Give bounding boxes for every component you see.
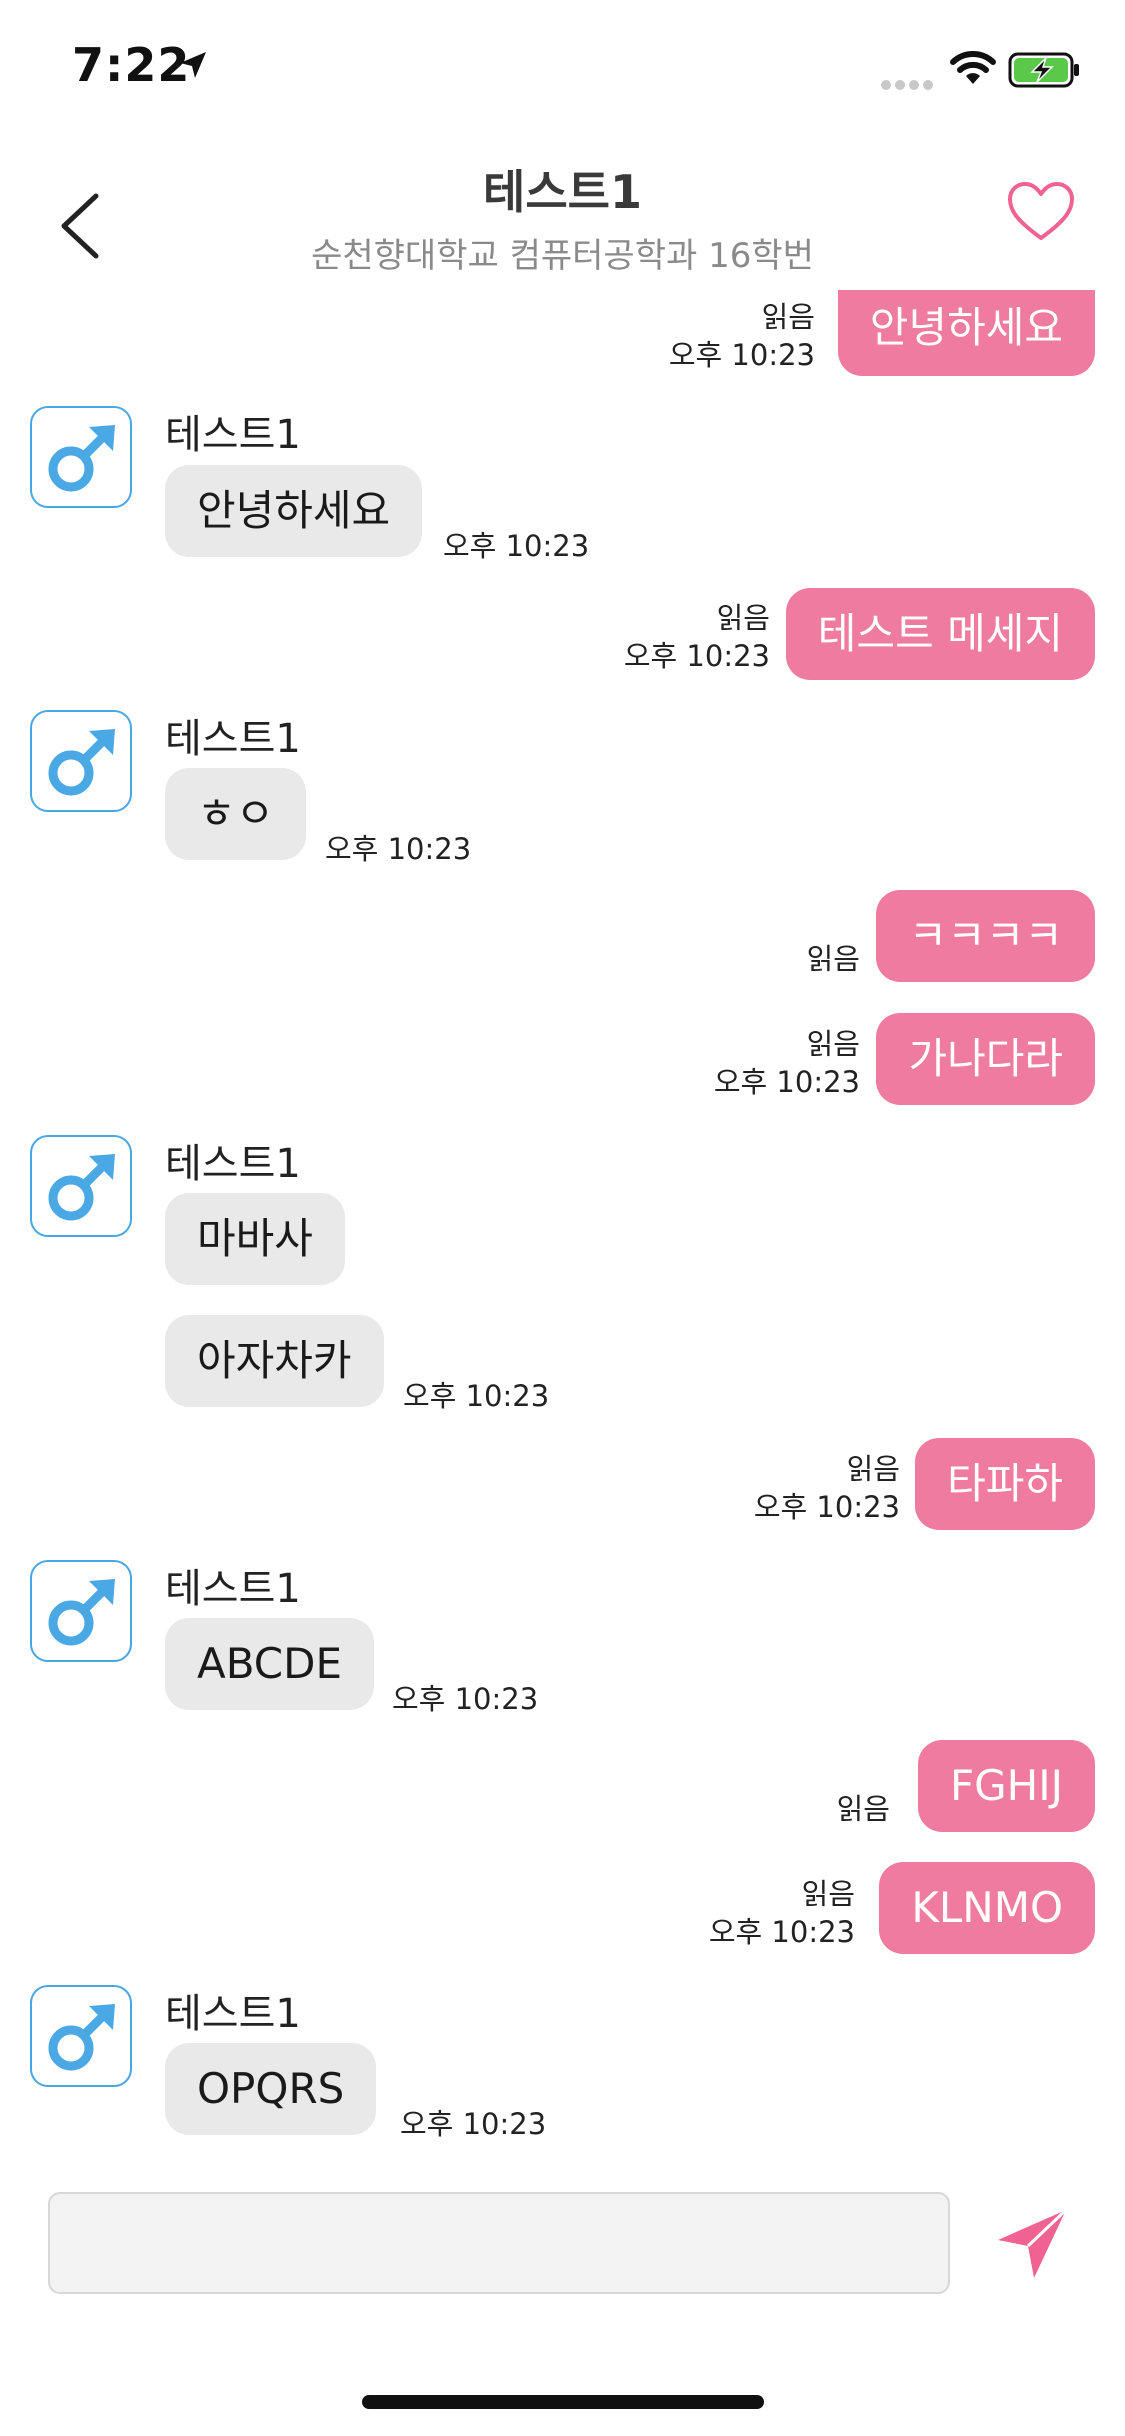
message-input[interactable] [48,2192,950,2294]
message-time: 오후 10:23 [325,832,472,866]
message-meta: 읽음 오후 10:23 [669,298,815,374]
read-receipt: 읽음 [716,601,770,635]
chat-title: 테스트1 [483,165,642,219]
heart-outline-icon [1008,182,1074,240]
message-meta: 읽음 오후 10:23 [709,1875,855,1951]
outgoing-message-bubble[interactable]: ㅋㅋㅋㅋ [876,890,1095,982]
sender-name: 테스트1 [165,412,301,458]
sender-name: 테스트1 [165,1566,301,1612]
message-time: 오후 10:23 [623,639,770,673]
avatar[interactable] [30,710,132,812]
outgoing-message-bubble[interactable]: 가나다라 [876,1013,1095,1105]
status-time: 7:22 [72,38,191,92]
outgoing-message-bubble[interactable]: KLNMO [879,1862,1095,1954]
avatar[interactable] [30,1135,132,1237]
sender-name: 테스트1 [165,1141,301,1187]
incoming-message-bubble[interactable]: 마바사 [165,1193,345,1285]
home-indicator [362,2395,764,2409]
avatar[interactable] [30,406,132,508]
message-time: 오후 10:23 [668,338,815,372]
incoming-message-bubble[interactable]: 아자차카 [165,1315,384,1407]
message-meta: 읽음 오후 10:23 [624,599,770,675]
male-symbol-icon [48,1154,115,1221]
battery-charging-icon [1008,52,1082,92]
outgoing-message-bubble[interactable]: 테스트 메세지 [785,588,1095,680]
incoming-message-bubble[interactable]: ABCDE [165,1618,375,1710]
avatar[interactable] [30,1985,132,2087]
message-list[interactable]: 안녕하세요 읽음 오후 10:23 테스트1 안녕하세요 오후 10:23 테스… [0,290,1125,2175]
read-receipt: 읽음 [806,1027,860,1061]
outgoing-message-bubble[interactable]: 타파하 [915,1438,1095,1530]
read-receipt: 읽음 [846,1452,900,1486]
read-receipt: 읽음 [801,1877,855,1911]
message-time: 오후 10:23 [713,1065,860,1099]
sender-name: 테스트1 [165,716,301,762]
read-receipt: 읽음 [761,300,815,334]
message-time: 오후 10:23 [753,1490,900,1524]
message-meta: 읽음 [807,940,860,978]
location-arrow-icon [178,50,208,84]
wifi-icon [950,50,996,90]
read-receipt: 읽음 [806,942,860,976]
outgoing-message-bubble[interactable]: 안녕하세요 [837,290,1095,376]
incoming-message-bubble[interactable]: 안녕하세요 [165,465,423,557]
status-bar: 7:22 [0,0,1125,140]
male-symbol-icon [48,1579,115,1646]
male-symbol-icon [48,2004,115,2071]
message-time: 오후 10:23 [400,2107,547,2141]
outgoing-message-bubble[interactable]: FGHIJ [917,1740,1095,1832]
like-button[interactable] [1006,180,1076,248]
avatar[interactable] [30,1560,132,1662]
message-time: 오후 10:23 [403,1379,550,1413]
incoming-message-bubble[interactable]: OPQRS [165,2043,377,2135]
male-symbol-icon [48,729,115,796]
male-symbol-icon [48,425,115,492]
message-meta: 읽음 오후 10:23 [714,1025,860,1101]
paper-plane-icon [998,2208,1068,2278]
chat-header: 테스트1 순천향대학교 컴퓨터공학과 16학번 [0,140,1125,300]
message-meta: 읽음 오후 10:23 [754,1450,900,1526]
message-meta: 읽음 [837,1790,890,1828]
send-button[interactable] [994,2206,1070,2282]
message-time: 오후 10:23 [708,1915,855,1949]
sender-name: 테스트1 [165,1991,301,2037]
message-time: 오후 10:23 [443,529,590,563]
signal-dots-icon [880,76,936,95]
incoming-message-bubble[interactable]: ㅎㅇ [165,768,307,860]
message-time: 오후 10:23 [392,1682,539,1716]
read-receipt: 읽음 [836,1792,890,1826]
chat-subtitle: 순천향대학교 컴퓨터공학과 16학번 [311,236,814,276]
